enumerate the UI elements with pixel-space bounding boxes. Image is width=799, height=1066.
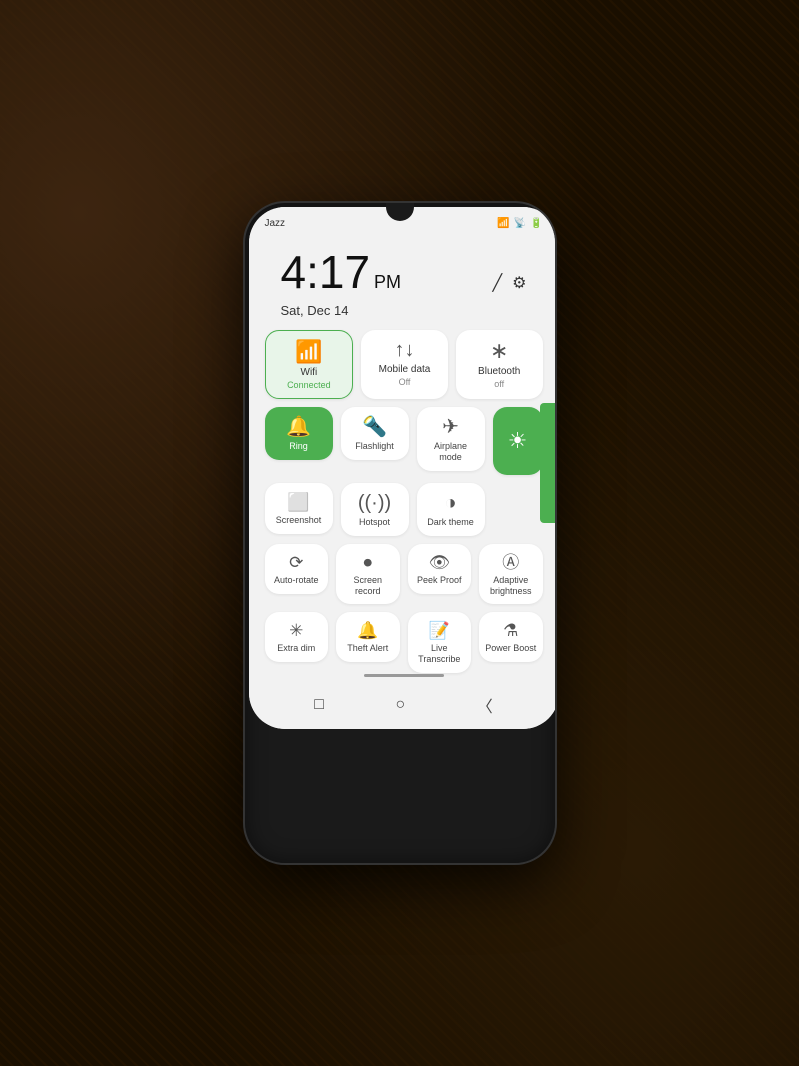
- extra-dim-icon: ✳: [289, 622, 303, 639]
- qs-row-3: ⬜ Screenshot ((·)) Hotspot ◑ Dark theme: [265, 483, 543, 536]
- dark-theme-label: Dark theme: [427, 517, 474, 528]
- peek-proof-icon: 👁: [428, 554, 450, 571]
- date-label: Sat, Dec 14: [281, 303, 527, 318]
- flashlight-icon: 🔦: [362, 417, 387, 437]
- hotspot-tile[interactable]: ((·)) Hotspot: [341, 483, 409, 536]
- time-row: 4:17 PM ╱ ⚙: [281, 249, 527, 301]
- peek-proof-tile[interactable]: 👁 Peek Proof: [408, 544, 472, 594]
- airplane-icon: ✈: [442, 417, 459, 437]
- nav-back-icon[interactable]: 〈: [477, 693, 493, 717]
- phone-wrapper: Jazz 📶 📡 🔋 4:17 PM: [245, 203, 555, 863]
- theft-alert-label: Theft Alert: [347, 643, 388, 654]
- screen-record-label: Screen record: [342, 575, 394, 597]
- flashlight-tile[interactable]: 🔦 Flashlight: [341, 407, 409, 460]
- qs-row-2: 🔔 Ring 🔦 Flashlight ✈ Airplane mode: [265, 407, 543, 475]
- qs-row-5: ✳ Extra dim 🔔 Theft Alert 📝 Live Transcr…: [265, 612, 543, 673]
- power-boost-tile[interactable]: ⚗ Power Boost: [479, 612, 543, 662]
- settings-icon[interactable]: ⚙: [512, 273, 526, 293]
- nav-bar: □ ○ 〈: [249, 685, 555, 729]
- status-bar: Jazz 📶 📡 🔋: [249, 207, 555, 235]
- bluetooth-icon: ∗: [490, 340, 508, 362]
- extra-dim-label: Extra dim: [277, 643, 315, 654]
- live-transcribe-label: Live Transcribe: [414, 643, 466, 665]
- adaptive-brightness-icon: Ⓐ: [502, 554, 519, 571]
- screenshot-icon: ⬜: [287, 493, 309, 511]
- airplane-tile[interactable]: ✈ Airplane mode: [417, 407, 485, 471]
- green-side-element: [540, 403, 555, 523]
- wifi-label: Wifi: [301, 367, 318, 378]
- time-section: 4:17 PM ╱ ⚙ Sat, Dec 14: [265, 243, 543, 318]
- auto-rotate-label: Auto-rotate: [274, 575, 319, 586]
- nav-recent-icon[interactable]: □: [314, 696, 324, 714]
- theft-alert-tile[interactable]: 🔔 Theft Alert: [336, 612, 400, 662]
- auto-rotate-icon: ⟳: [289, 554, 303, 571]
- wifi-sublabel: Connected: [287, 380, 331, 390]
- theft-alert-icon: 🔔: [357, 622, 378, 639]
- wifi-icon: 📶: [295, 341, 322, 363]
- peek-proof-label: Peek Proof: [417, 575, 462, 586]
- auto-rotate-tile[interactable]: ⟳ Auto-rotate: [265, 544, 329, 594]
- time-left: 4:17 PM: [281, 249, 402, 295]
- screen: Jazz 📶 📡 🔋 4:17 PM: [249, 207, 555, 729]
- flashlight-label: Flashlight: [355, 441, 394, 452]
- brightness-icon: ☀: [508, 428, 528, 454]
- screen-record-icon: ⏺: [364, 554, 373, 571]
- battery-status-icon: 🔋: [530, 218, 542, 229]
- clock-time: 4:17: [281, 249, 371, 295]
- time-action-icons: ╱ ⚙: [493, 273, 527, 301]
- qs-row-4: ⟳ Auto-rotate ⏺ Screen record 👁 Peek Pro…: [265, 544, 543, 605]
- live-transcribe-tile[interactable]: 📝 Live Transcribe: [408, 612, 472, 673]
- wifi-status-icon: 📶: [497, 218, 509, 229]
- nav-home-icon[interactable]: ○: [395, 696, 405, 714]
- mobile-data-icon: ↑↓: [395, 340, 415, 360]
- bluetooth-sublabel: off: [494, 379, 504, 389]
- screenshot-tile[interactable]: ⬜ Screenshot: [265, 483, 333, 534]
- ring-icon: 🔔: [286, 417, 311, 437]
- extra-dim-tile[interactable]: ✳ Extra dim: [265, 612, 329, 662]
- edit-icon[interactable]: ╱: [493, 273, 503, 293]
- signal-status-icon: 📡: [514, 218, 526, 229]
- screen-record-tile[interactable]: ⏺ Screen record: [336, 544, 400, 605]
- mobile-data-label: Mobile data: [379, 364, 431, 375]
- bluetooth-label: Bluetooth: [478, 366, 520, 377]
- phone-frame: Jazz 📶 📡 🔋 4:17 PM: [245, 203, 555, 863]
- power-boost-icon: ⚗: [503, 622, 518, 639]
- adaptive-brightness-label: Adaptive brightness: [485, 575, 537, 597]
- hotspot-icon: ((·)): [358, 493, 391, 513]
- bluetooth-tile[interactable]: ∗ Bluetooth off: [456, 330, 543, 399]
- dark-theme-tile[interactable]: ◑ Dark theme: [417, 483, 485, 536]
- main-content: 4:17 PM ╱ ⚙ Sat, Dec 14: [249, 235, 555, 685]
- hotspot-label: Hotspot: [359, 517, 390, 528]
- carrier-label: Jazz: [265, 218, 286, 229]
- wifi-tile[interactable]: 📶 Wifi Connected: [265, 330, 354, 399]
- screenshot-label: Screenshot: [276, 515, 322, 526]
- qs-row-1: 📶 Wifi Connected ↑↓ Mobile data Off ∗: [265, 330, 543, 399]
- ring-tile[interactable]: 🔔 Ring: [265, 407, 333, 460]
- live-transcribe-icon: 📝: [429, 622, 450, 639]
- dark-theme-icon: ◑: [444, 493, 456, 513]
- airplane-label: Airplane mode: [423, 441, 479, 463]
- mobile-data-tile[interactable]: ↑↓ Mobile data Off: [361, 330, 448, 399]
- quick-settings-grid: 📶 Wifi Connected ↑↓ Mobile data Off ∗: [265, 330, 543, 673]
- nav-handle: [364, 674, 444, 677]
- mobile-data-sublabel: Off: [399, 377, 411, 387]
- status-icons: 📶 📡 🔋: [497, 218, 542, 229]
- adaptive-brightness-tile[interactable]: Ⓐ Adaptive brightness: [479, 544, 543, 605]
- ring-label: Ring: [289, 441, 308, 452]
- power-boost-label: Power Boost: [485, 643, 536, 654]
- brightness-tile[interactable]: ☀: [493, 407, 543, 475]
- clock-ampm: PM: [374, 272, 401, 293]
